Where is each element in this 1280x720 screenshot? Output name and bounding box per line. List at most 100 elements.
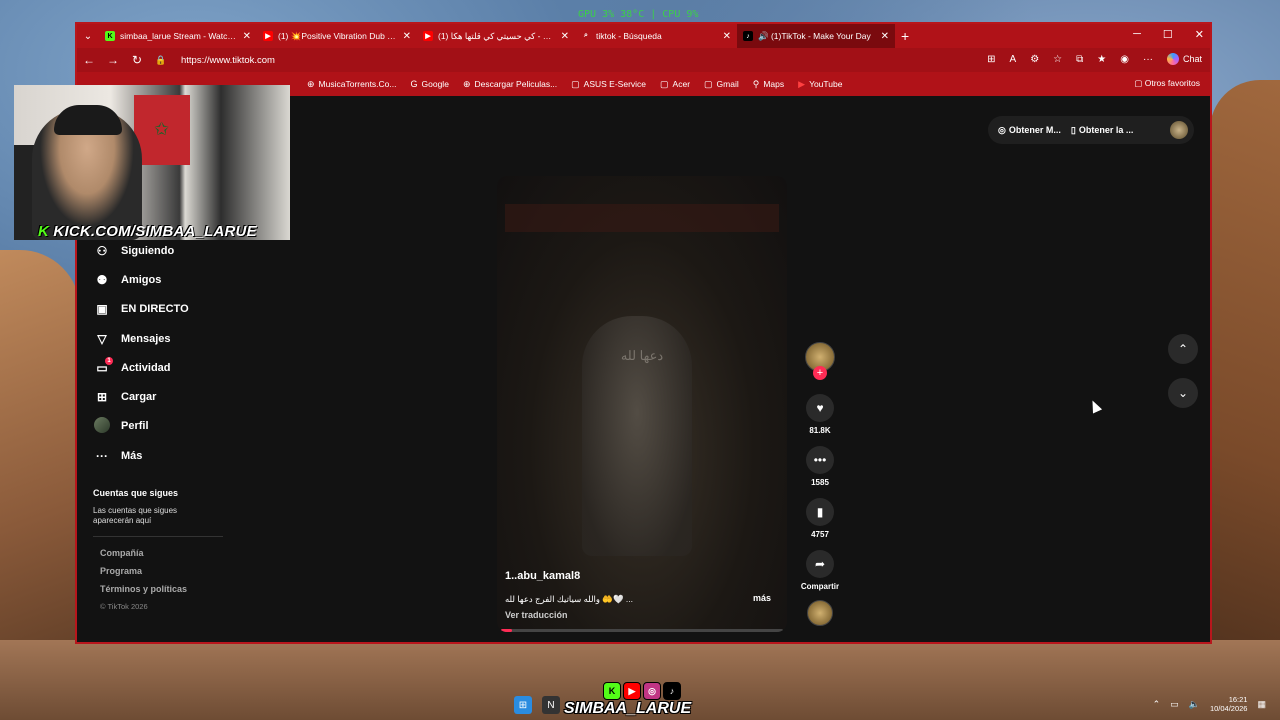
get-app-button[interactable]: ▯ Obtener la ... <box>1071 125 1133 136</box>
apps-icon[interactable]: ⊞ <box>987 54 995 65</box>
bookmark-label: Acer <box>672 79 691 89</box>
stream-social-icons: K ▶ ◎ ♪ <box>603 682 681 700</box>
bookmark-asus[interactable]: ▢ ASUS E-Service <box>571 79 646 90</box>
sidebar-item-friends[interactable]: ⚉ Amigos <box>93 265 293 294</box>
network-icon[interactable]: ▭ <box>1170 699 1179 710</box>
globe-icon: ⊕ <box>307 78 315 89</box>
clock[interactable]: 16:21 10/04/2026 <box>1210 695 1248 713</box>
bookmark-gmail[interactable]: ▢ Gmail <box>704 79 739 90</box>
start-icon[interactable]: ⊞ <box>514 696 532 714</box>
tab-title: (1) 💥Positive Vibration Dub - Re <box>278 30 398 41</box>
footer-link-program[interactable]: Programa <box>100 566 187 584</box>
webcam-overlay: ✩ K KICK.COM/SIMBAA_LARUE <box>14 85 290 240</box>
reader-icon[interactable]: A <box>1010 54 1017 65</box>
sidebar-item-following[interactable]: ⚇ Siguiendo <box>93 236 293 265</box>
webcam-caption: K KICK.COM/SIMBAA_LARUE <box>38 223 257 240</box>
more-options-icon[interactable]: ··· <box>1143 54 1153 65</box>
other-favorites-label: Otros favoritos <box>1144 78 1200 88</box>
sidebar-nav: ⚇ Siguiendo ⚉ Amigos ▣ EN DIRECTO ▽ Mensajes… <box>93 236 293 470</box>
bookmark-google[interactable]: G Google <box>411 79 449 89</box>
bookmark-label: Google <box>421 79 449 89</box>
see-translation-link[interactable]: Ver traducción <box>505 610 568 620</box>
volume-icon[interactable]: 🔈 <box>1189 699 1200 710</box>
video-username[interactable]: 1..abu_kamal8 <box>505 570 580 582</box>
tab-kick[interactable]: K simbaa_larue Stream - Watch Live ✕ <box>99 24 257 48</box>
sidebar-item-upload[interactable]: ⊞ Cargar <box>93 382 293 411</box>
notion-icon[interactable]: N <box>542 696 560 714</box>
maximize-icon[interactable]: ☐ <box>1163 28 1173 41</box>
favorites-icon[interactable]: ★ <box>1097 54 1106 65</box>
chevron-up-icon[interactable]: ⌃ <box>1153 699 1161 710</box>
comment-button[interactable]: ••• 1585 <box>797 446 843 487</box>
sidebar-item-live[interactable]: ▣ EN DIRECTO <box>93 295 293 324</box>
close-icon[interactable]: ✕ <box>243 31 251 42</box>
split-screen-icon[interactable]: ⧉ <box>1076 54 1083 65</box>
tab-youtube-1[interactable]: ▶ (1) 💥Positive Vibration Dub - Re ✕ <box>257 24 417 48</box>
share-button[interactable]: ➦ Compartir <box>797 550 843 591</box>
user-avatar[interactable] <box>1170 121 1188 139</box>
top-actions-bar: ◎ Obtener M... ▯ Obtener la ... <box>988 116 1194 144</box>
tab-tiktok[interactable]: ♪ 🔊 (1)TikTok - Make Your Day ✕ <box>737 24 895 48</box>
youtube-icon: ▶ <box>798 78 806 89</box>
new-tab-icon[interactable]: + <box>901 28 909 44</box>
clock-time: 16:21 <box>1228 695 1248 704</box>
sound-disc[interactable] <box>797 600 843 626</box>
favorite-star-icon[interactable]: ☆ <box>1053 54 1062 65</box>
get-coins-button[interactable]: ◎ Obtener M... <box>998 125 1061 136</box>
sidebar-item-more[interactable]: ··· Más <box>93 441 293 470</box>
messages-icon: ▽ <box>97 331 107 346</box>
chevron-down-icon[interactable]: ⌄ <box>1168 378 1198 408</box>
footer-link-terms[interactable]: Términos y políticas <box>100 584 187 602</box>
refresh-icon[interactable]: ↻ <box>125 53 149 67</box>
url-field[interactable]: https://www.tiktok.com <box>181 55 275 66</box>
forward-icon[interactable]: → <box>101 53 125 67</box>
bookmark-descargar[interactable]: ⊕ Descargar Peliculas... <box>463 79 557 90</box>
sidebar-item-activity[interactable]: ▭ 1 Actividad <box>93 353 293 382</box>
tiktok-icon: ♪ <box>663 682 681 700</box>
other-favorites[interactable]: ▢ Otros favoritos <box>1134 78 1200 89</box>
close-icon[interactable]: ✕ <box>881 31 889 42</box>
chevron-up-icon[interactable]: ⌃ <box>1168 334 1198 364</box>
following-accounts-empty: Las cuentas que sigues aparecerán aquí <box>93 506 178 525</box>
video-progress-bar[interactable] <box>501 629 783 632</box>
streamer-name: SIMBAA_LARUE <box>564 700 692 717</box>
tab-actions-menu-icon[interactable]: ⌄ <box>77 31 99 42</box>
close-window-icon[interactable]: ✕ <box>1195 28 1204 41</box>
sidebar-item-profile[interactable]: Perfil <box>93 412 293 441</box>
upload-icon: ⊞ <box>96 390 108 405</box>
search-icon: ⌕ <box>584 32 588 39</box>
youtube-icon: ▶ <box>423 31 433 41</box>
bookmark-acer[interactable]: ▢ Acer <box>660 79 690 90</box>
caption-more-link[interactable]: más <box>753 593 771 603</box>
back-icon[interactable]: ← <box>77 53 101 67</box>
sidebar-item-label: Actividad <box>121 361 171 374</box>
close-icon[interactable]: ✕ <box>723 31 731 42</box>
tab-youtube-2[interactable]: ▶ (1) كي حسيتي كي قلتها هكا - YouTube ✕ <box>417 24 575 48</box>
bookmark-maps[interactable]: ⚲ Maps <box>753 79 784 90</box>
creator-avatar-button[interactable]: + <box>797 342 843 380</box>
bookmark-musicatorrents[interactable]: ⊕ MusicaTorrents.Co... <box>307 79 397 90</box>
like-button[interactable]: ♥ 81.8K <box>797 394 843 435</box>
following-icon: ⚇ <box>96 243 108 258</box>
footer-link-company[interactable]: Compañía <box>100 548 187 566</box>
save-button[interactable]: ▮ 4757 <box>797 498 843 539</box>
notification-icon[interactable]: ▦ <box>1257 699 1266 710</box>
comment-icon: ••• <box>806 446 834 474</box>
bookmark-youtube[interactable]: ▶ YouTube <box>798 79 842 90</box>
copilot-chat-button[interactable]: Chat <box>1166 53 1202 65</box>
minimize-icon[interactable]: ─ <box>1133 28 1141 41</box>
site-info-icon[interactable]: 🔒 <box>149 55 173 66</box>
video-player[interactable]: دعها لله 1..abu_kamal8 والله سياتيك الفر… <box>497 176 787 632</box>
sidebar-item-messages[interactable]: ▽ Mensajes <box>93 324 293 353</box>
globe-icon: ⊕ <box>462 78 471 89</box>
bookmark-label: Descargar Peliculas... <box>474 79 558 89</box>
follow-plus-icon[interactable]: + <box>813 366 827 380</box>
sidebar-item-label: Mensajes <box>121 332 171 345</box>
close-icon[interactable]: ✕ <box>403 31 411 42</box>
extension-icon[interactable]: ⚙ <box>1030 54 1039 65</box>
profile-icon[interactable]: ◉ <box>1120 54 1129 65</box>
tab-search[interactable]: ⌕ tiktok - Búsqueda ✕ <box>575 24 737 48</box>
bookmark-icon: ▮ <box>806 498 834 526</box>
system-tray: ⌃ ▭ 🔈 16:21 10/04/2026 ▦ <box>1153 695 1266 713</box>
close-icon[interactable]: ✕ <box>561 31 569 42</box>
